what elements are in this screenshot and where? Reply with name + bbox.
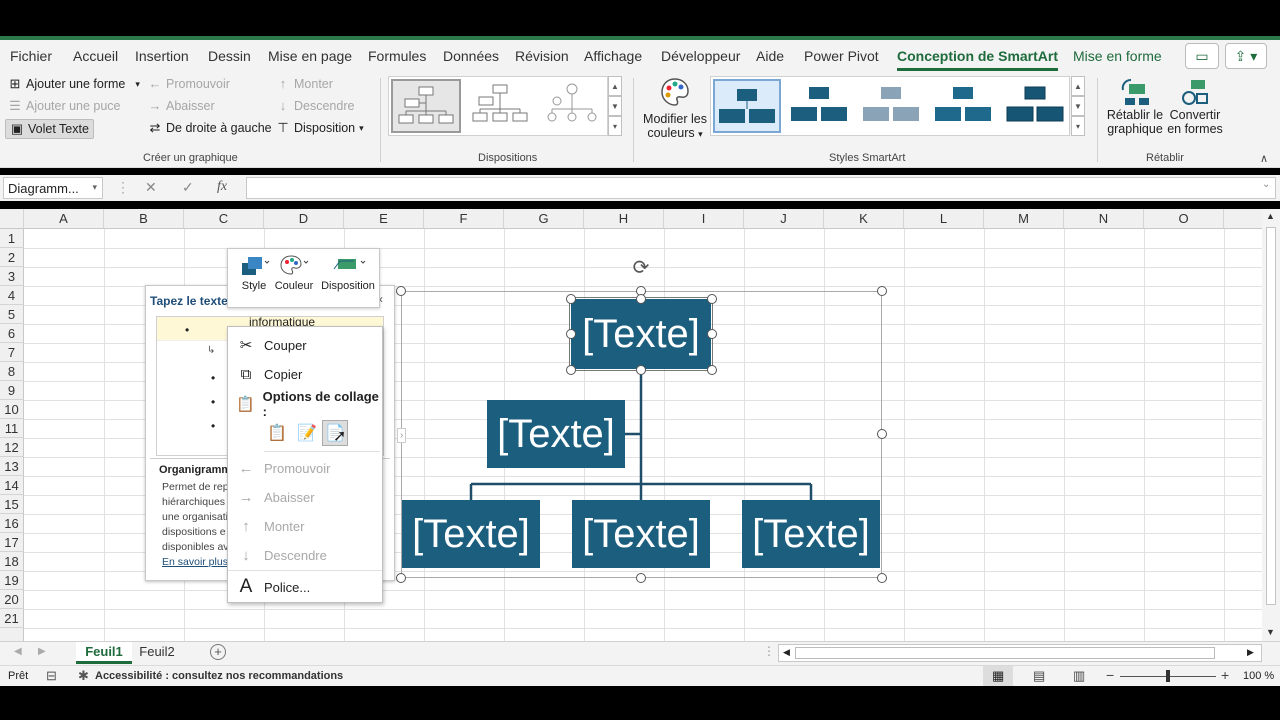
menu-paste-options-header: 📋 Options de collage : [228, 389, 382, 419]
palette-icon [280, 255, 309, 275]
resize-handle[interactable] [396, 573, 406, 583]
normal-view-button[interactable]: ▦ [983, 666, 1013, 686]
shape-handle[interactable] [707, 329, 717, 339]
more-options-icon[interactable]: ⋮ [763, 644, 775, 658]
smartart-assistant-shape[interactable]: [Texte] [487, 400, 625, 468]
menu-item-font[interactable]: A Police... [228, 574, 382, 600]
layout-description-line: Permet de rep [162, 481, 229, 493]
layout-description-line: hiérarchiques [162, 496, 226, 508]
paste-merge-button[interactable]: 📝 [294, 421, 320, 445]
menu-item-demote[interactable]: → Abaisser [228, 484, 382, 510]
shape-handle[interactable] [636, 294, 646, 304]
mouse-cursor-icon: ➚ [333, 428, 347, 445]
sheet-tabs-bar: ◀ ▶ Feuil1 Feuil2 + ⋮ ◀ ▶ [0, 641, 1280, 665]
hscroll-thumb[interactable] [795, 647, 1215, 659]
menu-item-promote[interactable]: ← Promouvoir [228, 455, 382, 481]
next-sheet-icon[interactable]: ▶ [38, 646, 46, 657]
status-ready: Prêt [8, 670, 29, 682]
arrow-left-icon: ← [238, 459, 254, 477]
macro-record-icon[interactable]: ⊟ [46, 668, 57, 684]
paste-keep-source-button[interactable]: 📋 [264, 421, 290, 445]
zoom-out-button[interactable]: − [1106, 667, 1114, 683]
layout-description-line: une organisati [162, 511, 228, 523]
shape-handle[interactable] [707, 365, 717, 375]
bullet-icon: • [211, 395, 216, 409]
layout-description-title: Organigramm [159, 464, 232, 476]
resize-handle[interactable] [877, 573, 887, 583]
menu-item-move-up[interactable]: ↑ Monter [228, 513, 382, 539]
add-sheet-icon[interactable]: + [210, 644, 226, 660]
clipboard-icon: 📋 [235, 396, 255, 413]
menu-divider [228, 570, 382, 571]
page-break-view-icon[interactable]: ▥ [1073, 668, 1085, 684]
menu-item-move-down[interactable]: ↓ Descendre [228, 542, 382, 568]
text-pane-title: Tapez le texte [150, 294, 228, 308]
menu-item-cut[interactable]: ✂ Couper [228, 332, 382, 358]
resize-handle[interactable] [877, 286, 887, 296]
paste-merge-icon: 📝 [297, 425, 317, 442]
style-button[interactable]: Style [234, 253, 274, 307]
shape-handle[interactable] [707, 294, 717, 304]
mini-toolbar: Style Couleur Disposition [227, 248, 380, 308]
status-bar: Prêt ⊟ ✱ Accessibilité : consultez nos r… [0, 665, 1280, 686]
smartart-top-shape[interactable]: [Texte] [569, 297, 713, 371]
smartart-child-shape-2[interactable]: [Texte] [572, 500, 710, 568]
rotate-handle-icon[interactable]: ⟳ [633, 255, 650, 280]
zoom-level[interactable]: 100 % [1243, 670, 1274, 682]
sheet-tab-active[interactable]: Feuil1 [76, 642, 132, 664]
shape-handle[interactable] [636, 365, 646, 375]
resize-handle[interactable] [636, 573, 646, 583]
expand-text-pane-icon[interactable]: › [397, 428, 407, 443]
color-button[interactable]: Couleur [274, 253, 314, 307]
menu-item-copy[interactable]: ⧉ Copier [228, 361, 382, 387]
shape-handle[interactable] [566, 329, 576, 339]
shape-handle[interactable] [566, 365, 576, 375]
sheet-tab[interactable]: Feuil2 [136, 642, 178, 664]
scroll-left-icon[interactable]: ◀ [783, 647, 790, 658]
bottom-letterbox [0, 686, 1280, 720]
resize-handle[interactable] [396, 286, 406, 296]
layout-button[interactable]: Disposition [318, 253, 378, 307]
scissors-icon: ✂ [239, 337, 253, 354]
context-menu: ✂ Couper ⧉ Copier 📋 Options de collage : 📋 … [227, 326, 383, 603]
accessibility-icon[interactable]: ✱ [78, 668, 89, 684]
arrow-down-icon: ↓ [242, 546, 250, 564]
horizontal-scrollbar[interactable]: ◀ ▶ [778, 644, 1262, 662]
zoom-in-button[interactable]: + [1221, 667, 1229, 683]
copy-icon: ⧉ [240, 365, 252, 383]
style-icon [242, 257, 270, 275]
layout-description-line: dispositions e [162, 526, 226, 538]
zoom-slider-thumb[interactable] [1166, 670, 1170, 682]
assistant-connector-icon: ↳ [207, 345, 216, 356]
learn-more-link[interactable]: En savoir plus [162, 556, 228, 568]
page-layout-view-icon[interactable]: ▤ [1033, 668, 1045, 684]
bullet-icon: • [211, 371, 216, 385]
font-icon: A [239, 576, 253, 597]
scroll-right-icon[interactable]: ▶ [1247, 647, 1254, 658]
shape-handle[interactable] [566, 294, 576, 304]
grid-view-icon: ▦ [992, 668, 1005, 683]
prev-sheet-icon[interactable]: ◀ [14, 646, 22, 657]
bullet-icon: • [185, 323, 190, 337]
layout-icon [333, 259, 366, 270]
accessibility-status[interactable]: Accessibilité : consultez nos recommanda… [95, 670, 343, 682]
layout-description-line: disponibles av [162, 541, 229, 553]
paste-keep-format-icon: 📋 [267, 425, 287, 442]
arrow-right-icon: → [238, 488, 254, 506]
bullet-icon: • [211, 419, 216, 433]
smartart-child-shape-3[interactable]: [Texte] [742, 500, 880, 568]
arrow-up-icon: ↑ [242, 517, 250, 535]
menu-divider [264, 451, 380, 452]
smartart-child-shape-1[interactable]: [Texte] [402, 500, 540, 568]
resize-handle[interactable] [877, 429, 887, 439]
